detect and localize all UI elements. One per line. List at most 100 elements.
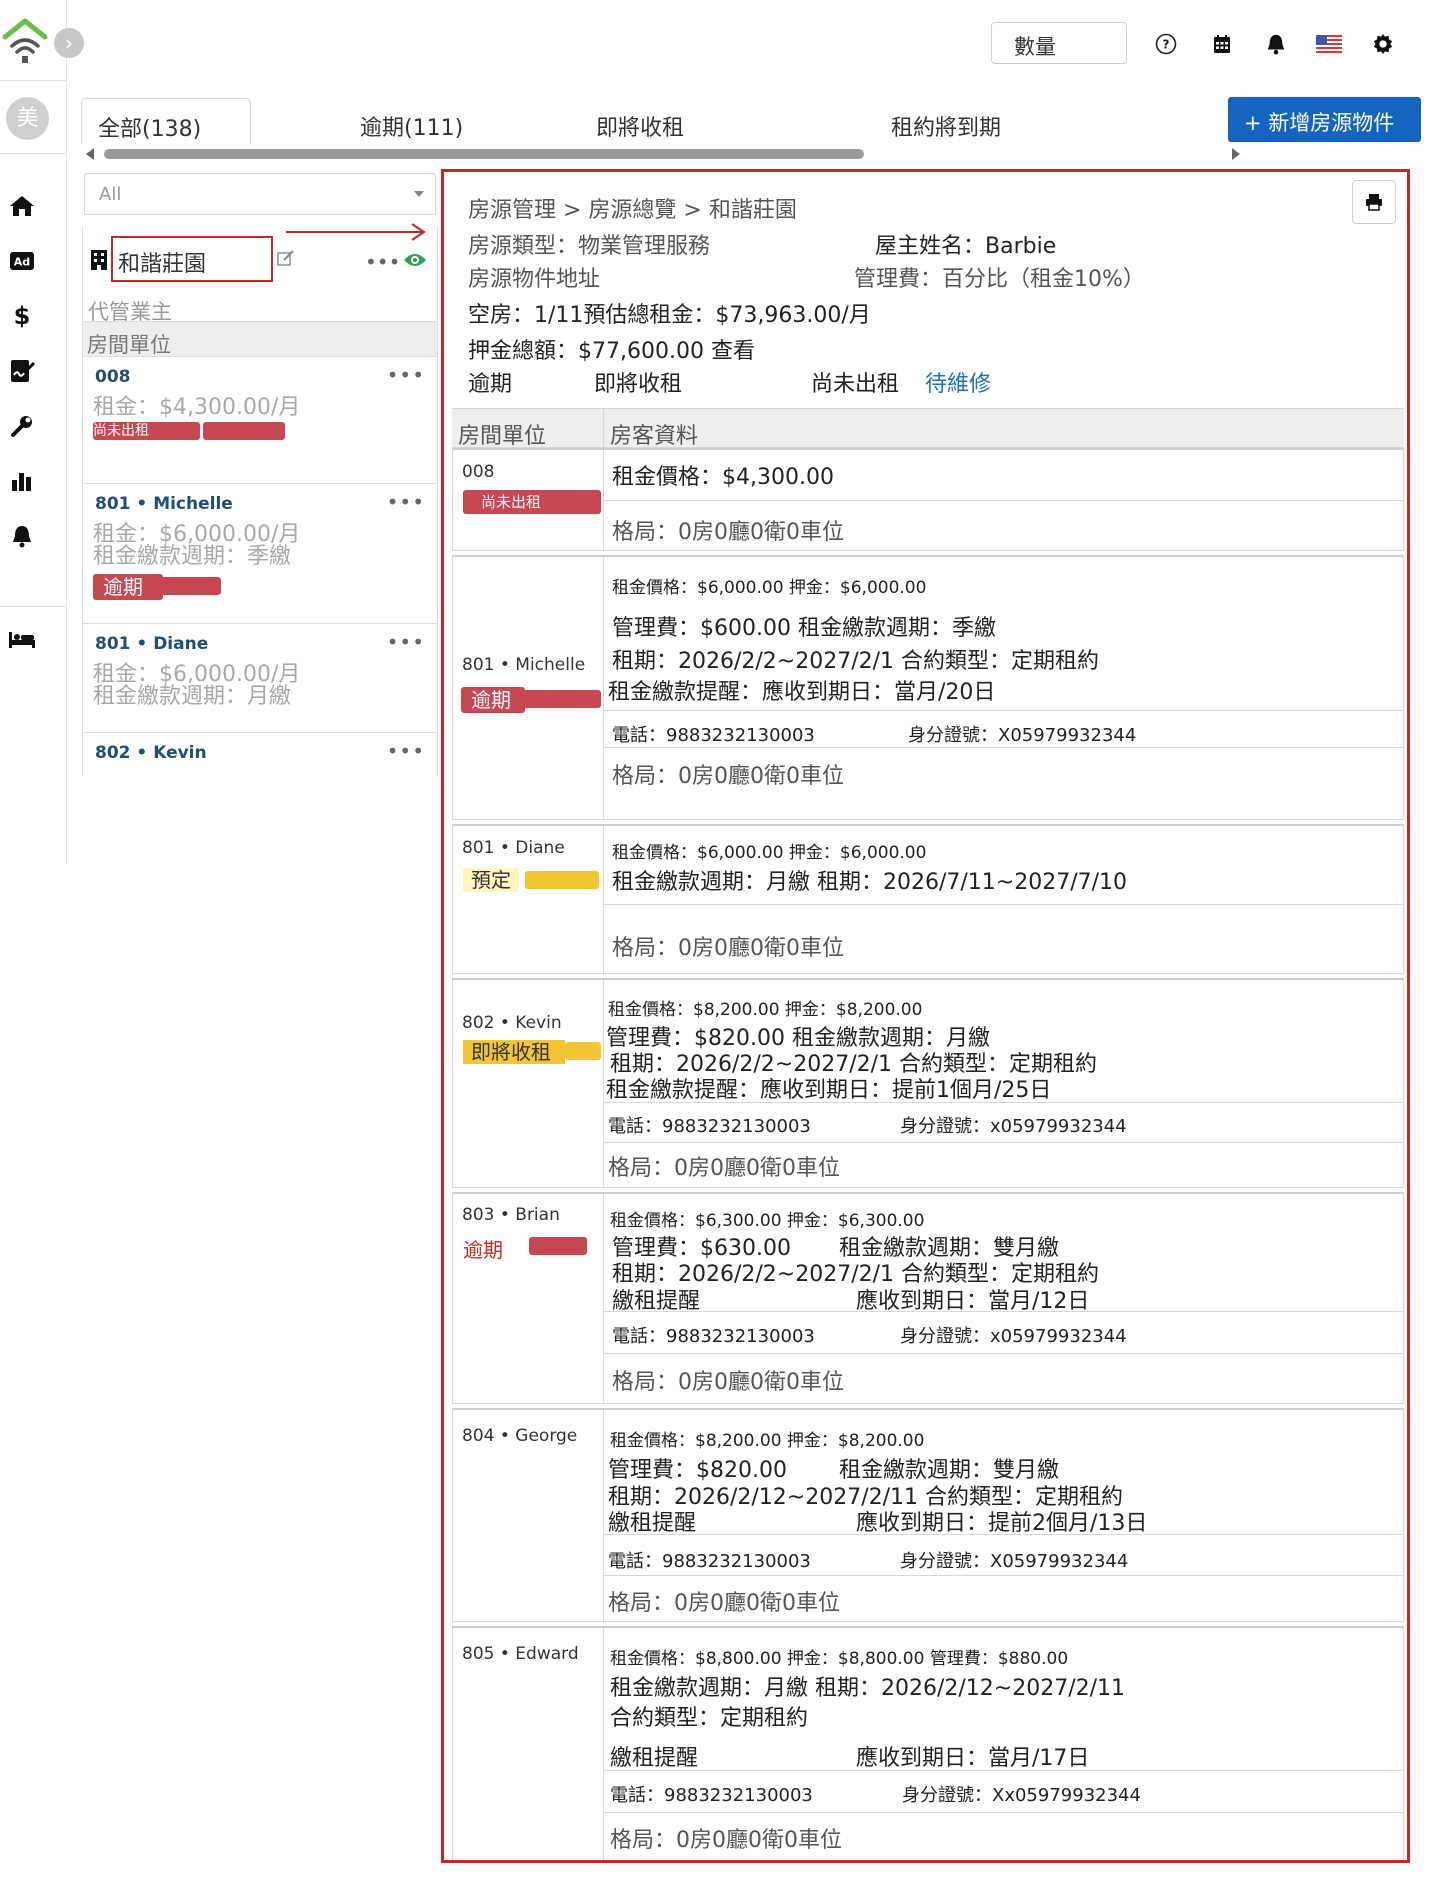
unit-filter-select[interactable]: All [84, 173, 436, 215]
wrench-icon[interactable] [8, 412, 36, 440]
status-bar [529, 1237, 587, 1255]
row-divider [604, 710, 1403, 711]
settings-gear-icon[interactable] [1369, 30, 1397, 58]
owner-name: 屋主姓名：Barbie [875, 234, 1057, 259]
table-row[interactable]: 008 尚未出租 租金價格：$4,300.00 格局：0房0廳0衛0車位 [452, 448, 1404, 551]
row-divider [604, 1311, 1403, 1312]
column-tenant: 房客資料 [610, 424, 699, 449]
status-bar [523, 690, 601, 708]
annotation-arrow [284, 222, 430, 246]
status-bar [525, 871, 599, 889]
row-id-number: 身分證號：x05979932344 [900, 1116, 1127, 1137]
unit-list-header: 房間單位 [83, 321, 437, 357]
status-badge: 預定 [463, 868, 519, 892]
more-icon[interactable]: ••• [387, 363, 425, 387]
row-unit: 804 • George [462, 1426, 578, 1446]
help-icon[interactable]: ? [1152, 30, 1180, 58]
more-icon[interactable]: ••• [387, 739, 425, 763]
building-icon [90, 249, 108, 275]
row-line: 管理費：$600.00 租金繳款週期：季繳 [612, 616, 996, 641]
table-row[interactable]: 801 • Diane 預定 租金價格：$6,000.00 押金：$6,000.… [452, 824, 1404, 974]
property-more-icon[interactable]: ••• [365, 250, 400, 274]
scrollbar-thumb[interactable] [104, 149, 864, 159]
row-line: 租金價格：$6,000.00 押金：$6,000.00 [612, 578, 927, 598]
row-layout: 格局：0房0廳0衛0車位 [608, 1591, 840, 1616]
table-row[interactable]: 802 • Kevin 即將收租 租金價格：$8,200.00 押金：$8,20… [452, 978, 1404, 1188]
status-bar [161, 577, 221, 595]
column-divider [603, 980, 604, 1187]
status-badge: 尚未出租 [481, 493, 542, 511]
filter-overdue[interactable]: 逾期 [468, 366, 512, 398]
row-phone: 電話：9883232130003 [608, 1551, 811, 1572]
scroll-right-arrow-icon[interactable] [1232, 148, 1240, 160]
row-id-number: 身分證號：X05979932344 [908, 725, 1137, 746]
us-flag-icon[interactable] [1315, 30, 1343, 58]
filter-rent-due-soon[interactable]: 即將收租 [594, 366, 682, 398]
list-item[interactable]: 802 • Kevin ••• [83, 733, 437, 775]
svg-text:?: ? [1163, 38, 1170, 52]
more-icon[interactable]: ••• [387, 630, 425, 654]
bed-icon[interactable] [8, 626, 36, 654]
calendar-icon[interactable] [1208, 30, 1236, 58]
row-phone: 電話：9883232130003 [612, 725, 815, 746]
filter-vacant[interactable]: 尚未出租 [811, 366, 899, 398]
status-badge: 即將收租 [463, 1040, 565, 1064]
dollar-icon[interactable]: $ [8, 302, 36, 330]
row-divider [604, 1812, 1403, 1813]
row-line: 租金價格：$6,000.00 押金：$6,000.00 [612, 843, 927, 863]
row-divider [604, 1353, 1403, 1354]
more-icon[interactable]: ••• [387, 490, 425, 514]
table-row[interactable]: 805 • Edward 租金價格：$8,800.00 押金：$8,800.00… [452, 1626, 1404, 1860]
row-line: 租金價格：$4,300.00 [612, 465, 834, 490]
breadcrumb[interactable]: 房源管理 > 房源總覽 > 和諧莊園 [468, 192, 797, 224]
row-line: 租金價格：$8,200.00 押金：$8,200.00 [608, 1000, 923, 1020]
tab-rent-due-soon[interactable]: 即將收租 [596, 98, 684, 144]
table-row[interactable]: 801 • Michelle 逾期 租金價格：$6,000.00 押金：$6,0… [452, 555, 1404, 820]
row-line: 租金價格：$8,200.00 押金：$8,200.00 [610, 1431, 925, 1451]
row-unit: 802 • Kevin [462, 1013, 562, 1033]
row-layout: 格局：0房0廳0衛0車位 [612, 764, 844, 789]
ad-icon[interactable]: Ad [8, 247, 36, 275]
bell-icon[interactable] [8, 522, 36, 550]
tab-overdue[interactable]: 逾期(111) [360, 98, 463, 144]
list-item[interactable]: 801 • Diane ••• 租金：$6,000.00/月 租金繳款週期：月繳 [83, 624, 437, 733]
scroll-left-arrow-icon[interactable] [86, 148, 94, 160]
tab-lease-expiring[interactable]: 租約將到期 [891, 98, 1001, 144]
table-row[interactable]: 804 • George 租金價格：$8,200.00 押金：$8,200.00… [452, 1408, 1404, 1622]
column-divider [603, 1410, 604, 1621]
row-phone: 電話：9883232130003 [612, 1326, 815, 1347]
list-item[interactable]: 008 ••• 租金：$4,300.00/月 尚未出租 [83, 357, 437, 484]
sidebar-collapse-button[interactable]: › [54, 28, 84, 58]
signature-icon[interactable] [8, 357, 36, 385]
sidebar-divider [0, 153, 67, 154]
row-layout: 格局：0房0廳0衛0車位 [612, 520, 844, 545]
row-divider [604, 500, 1403, 501]
print-button[interactable] [1352, 180, 1396, 224]
tab-all[interactable]: 全部(138) [81, 98, 251, 144]
edit-icon[interactable] [277, 249, 295, 271]
add-property-button[interactable]: + 新增房源物件 [1228, 97, 1421, 142]
row-divider [604, 1534, 1403, 1535]
row-line: 租金繳款週期：月繳 租期：2026/2/12~2027/2/11 [610, 1676, 1126, 1701]
app-logo-icon[interactable] [2, 18, 48, 66]
eye-icon[interactable] [403, 252, 427, 272]
sidebar-divider [0, 80, 67, 81]
bar-chart-icon[interactable] [8, 467, 36, 495]
quantity-field[interactable]: 數量 [991, 22, 1127, 64]
column-unit: 房間單位 [458, 424, 547, 449]
property-type: 房源類型：物業管理服務 [468, 234, 711, 259]
vacancy-summary: 空房：1/11預估總租金：$73,963.00/月 [468, 303, 871, 328]
home-icon[interactable] [8, 192, 36, 220]
row-divider [604, 1575, 1403, 1576]
table-row[interactable]: 803 • Brian 逾期 租金價格：$6,300.00 押金：$6,300.… [452, 1192, 1404, 1404]
list-item-unit: 801 • Michelle [95, 494, 233, 514]
list-item-cycle: 租金繳款週期：月繳 [93, 684, 292, 709]
row-divider [604, 1142, 1403, 1143]
deposit-total[interactable]: 押金總額：$77,600.00 查看 [468, 333, 755, 365]
row-unit: 803 • Brian [462, 1205, 560, 1225]
avatar[interactable]: 美 [6, 97, 49, 140]
list-item-rent: 租金：$4,300.00/月 [93, 395, 301, 420]
filter-pending-repair[interactable]: 待維修 [925, 366, 991, 398]
list-item[interactable]: 801 • Michelle ••• 租金：$6,000.00/月 租金繳款週期… [83, 484, 437, 624]
notification-bell-icon[interactable] [1262, 30, 1290, 58]
